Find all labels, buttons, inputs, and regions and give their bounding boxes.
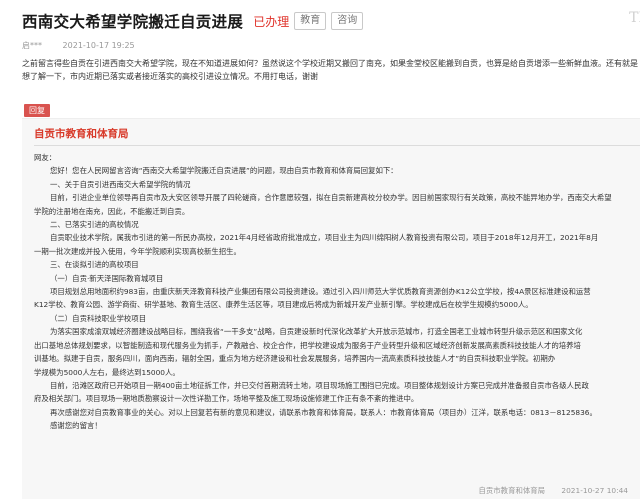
reply-paragraph: 训基地。拟建于自贡，服务四川，面向西南，辐射全国，重点为地方经济建设和社会发展服… <box>34 354 556 364</box>
reply-paragraph: 一、关于自贡引进西南交大希望学院的情况 <box>50 179 191 189</box>
reply-paragraph: 为落实国家成渝双城经济圈建设战略目标，围绕我省“一干多支”战略，自贡建设新时代深… <box>50 327 583 337</box>
question-line: 想了解一下，市内近期已落实或者接近落实的高校引进设立情况。不用打电话，谢谢 <box>22 72 318 81</box>
post-datetime: 2021-10-17 19:25 <box>62 41 135 50</box>
tag-inquiry[interactable]: 咨询 <box>331 12 364 30</box>
reply-department[interactable]: 自贡市教育和体育局 <box>34 126 129 141</box>
reply-paragraph: 网友： <box>34 153 57 162</box>
reply-paragraph: 三、在谈拟引进的高校项目 <box>50 260 139 270</box>
reply-paragraph: 您好！您在人民网留言咨询“西南交大希望学院搬迁自贡进展”的问题，现由自贡市教育和… <box>50 166 398 176</box>
reply-paragraph: 出口基地总体规划要求，以智能制造和现代服务业为抓手，产教融合、校企合作，把学校建… <box>34 340 581 350</box>
title-row: 西南交大希望学院搬迁自贡进展 已办理 教育 咨询 <box>22 10 640 32</box>
reply-paragraph: 再次感谢您对自贡教育事业的关心。对以上回复若有新的意见和建议，请联系市教育和体育… <box>50 407 597 417</box>
reply-footer: 自贡市教育和体育局 2021-10-27 10:44 <box>479 485 629 496</box>
reply-paragraph: K12学校、教育公园、游学商街、研学基地、教育生活区、康养生活区等，项目建成后将… <box>34 300 533 310</box>
reply-paragraph: 目前，引进企业单位领导再自贡市及大安区领导开展了四轮磋商，合作意愿较强，拟在自贡… <box>50 193 612 203</box>
reply-paragraph: （二）自贡科技职业学校项目 <box>50 313 147 323</box>
reply-body: 网友： 您好！您在人民网留言咨询“西南交大希望学院搬迁自贡进展”的问题，现由自贡… <box>34 151 640 433</box>
reply-paragraph: 自贡职业技术学院，属我市引进的第一所民办高校，2021年4月经省政府批准成立，项… <box>50 233 599 243</box>
divider <box>34 145 640 146</box>
tag-education[interactable]: 教育 <box>294 12 327 30</box>
reply-panel: 自贡市教育和体育局 网友： 您好！您在人民网留言咨询“西南交大希望学院搬迁自贡进… <box>22 118 640 499</box>
question-line: 之前留言得些自贡在引进西南交大希望学院，现在不知道进展如何？虽然说这个学校近期又… <box>22 59 638 68</box>
reply-paragraph: 感谢您的留言！ <box>50 421 102 431</box>
watermark: TI <box>629 10 640 26</box>
post-meta: 启*** 2021-10-17 19:25 <box>22 40 135 51</box>
reply-paragraph: 府及相关部门。项目现场一期地质勘察设计一次性详勘工作，场地平整及施工现场设施修建… <box>34 394 419 404</box>
page-title: 西南交大希望学院搬迁自贡进展 <box>22 13 244 31</box>
reply-paragraph: 学院的注册地在南充，因此，不能搬迁到自贡。 <box>34 206 190 216</box>
reply-paragraph: 项目规划总用地面积约983亩，由重庆新天泽教育科技产业集团有限公司投资建设。通过… <box>50 287 591 297</box>
reply-datetime: 2021-10-27 10:44 <box>561 486 628 495</box>
author-name: 启*** <box>22 41 42 50</box>
reply-paragraph: 目前，沿滩区政府已开始项目一期400亩土地征拆工作，并已交付首期流转土地，项目现… <box>50 380 589 390</box>
question-text: 之前留言得些自贡在引进西南交大希望学院，现在不知道进展如何？虽然说这个学校近期又… <box>22 57 640 83</box>
reply-author: 自贡市教育和体育局 <box>478 486 546 495</box>
reply-paragraph: 学规模为5000人左右，最终达到15000人。 <box>34 367 180 377</box>
reply-paragraph: 一期一批次建成并投入使用，今年学院顺利实现高校新生招生。 <box>34 246 241 256</box>
status-badge: 已办理 <box>253 14 290 29</box>
reply-badge: 回复 <box>24 104 50 117</box>
reply-paragraph: 二、已落实引进的高校情况 <box>50 220 139 230</box>
reply-paragraph: （一）自贡·新天泽国际教育城项目 <box>50 273 164 283</box>
